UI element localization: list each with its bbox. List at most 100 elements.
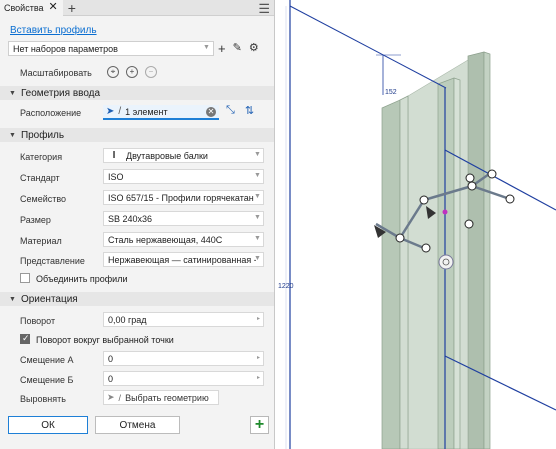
offset-b-input[interactable]: 0 ▸ bbox=[103, 371, 264, 386]
size-value: SB 240x36 bbox=[108, 213, 153, 224]
grip-point[interactable] bbox=[467, 181, 477, 191]
tab-properties[interactable]: Свойства ✕ bbox=[0, 0, 63, 16]
section-orientation-title: Ориентация bbox=[20, 293, 78, 305]
pencil-icon[interactable]: ✎ bbox=[233, 41, 242, 56]
align-value: Выбрать геометрию bbox=[125, 392, 209, 403]
geometry-tools: ⤡ ⇅ bbox=[226, 104, 254, 117]
grip-point[interactable] bbox=[419, 195, 429, 205]
align-geometry-selector[interactable]: ➤ / Выбрать геометрию bbox=[103, 390, 219, 405]
slash-icon: / bbox=[118, 392, 122, 403]
chevron-down-icon: ▼ bbox=[254, 235, 261, 242]
family-label: Семейство bbox=[20, 194, 67, 204]
rotate-about-checkbox[interactable] bbox=[20, 333, 30, 344]
zoom-out-icon[interactable]: − bbox=[145, 66, 157, 78]
standard-dropdown[interactable]: ISO ▼ bbox=[103, 169, 264, 184]
section-profile-title: Профиль bbox=[20, 129, 65, 141]
dimension-left-label[interactable]: 1220 bbox=[278, 283, 294, 290]
chevron-down-icon: ▼ bbox=[254, 172, 261, 179]
spinner-icon[interactable]: ▸ bbox=[257, 354, 260, 361]
placement-label: Расположение bbox=[20, 108, 82, 118]
align-label: Выровнять bbox=[20, 394, 66, 404]
beam-back-flange-edge bbox=[483, 51, 491, 449]
standard-label: Стандарт bbox=[20, 173, 60, 183]
plus-icon[interactable]: + bbox=[218, 41, 226, 56]
dimension-top-label[interactable]: 152 bbox=[385, 89, 397, 96]
rotate-about-label: Поворот вокруг выбранной точки bbox=[36, 335, 174, 345]
beam-front-flange bbox=[381, 99, 401, 449]
beam-center-flange-edge bbox=[453, 77, 461, 449]
merge-profiles-label: Объединить профили bbox=[36, 274, 128, 284]
chevron-down-icon: ▼ bbox=[254, 255, 261, 262]
beam-back-flange bbox=[467, 51, 485, 449]
size-dropdown[interactable]: SB 240x36 ▼ bbox=[103, 211, 264, 226]
pivot-point[interactable] bbox=[442, 209, 448, 215]
grip-point[interactable] bbox=[487, 169, 497, 179]
placement-selector[interactable]: ➤ / 1 элемент ✕ bbox=[103, 105, 219, 120]
model-canvas[interactable] bbox=[276, 0, 556, 449]
section-geometry-title: Геометрия ввода bbox=[20, 87, 101, 99]
flip-icon[interactable]: ⇅ bbox=[245, 104, 254, 117]
rotation-input[interactable]: 0,00 град ▸ bbox=[103, 312, 264, 327]
add-tab-icon[interactable]: + bbox=[68, 1, 76, 15]
chevron-down-icon: ▼ bbox=[254, 214, 261, 221]
hamburger-icon[interactable]: ☰ bbox=[258, 2, 270, 15]
material-dropdown[interactable]: Сталь нержавеющая, 440C ▼ bbox=[103, 232, 264, 247]
grip-point[interactable] bbox=[465, 173, 475, 183]
size-label: Размер bbox=[20, 215, 51, 225]
rotation-value: 0,00 град bbox=[108, 314, 147, 325]
merge-profiles-checkbox[interactable] bbox=[20, 273, 30, 283]
insert-profile-link[interactable]: Вставить профиль bbox=[10, 25, 97, 36]
tab-bar: Свойства ✕ + ☰ bbox=[0, 0, 274, 16]
section-orientation[interactable]: ▼ Ориентация bbox=[0, 292, 274, 306]
zoom-tools: ⌖ + − bbox=[107, 66, 157, 78]
rotation-label: Поворот bbox=[20, 316, 56, 326]
cancel-button[interactable]: Отмена bbox=[95, 416, 180, 434]
appearance-value: Нержавеющая — сатинированная - bbox=[108, 254, 256, 265]
clear-icon[interactable]: ✕ bbox=[206, 107, 216, 117]
graphics-viewport[interactable]: 152 1220 bbox=[276, 0, 556, 449]
zoom-fit-icon[interactable]: ⌖ bbox=[107, 66, 119, 78]
grip-point[interactable] bbox=[505, 194, 515, 204]
select-arrow-icon: ➤ bbox=[107, 392, 115, 402]
close-icon[interactable]: ✕ bbox=[49, 2, 58, 13]
appearance-dropdown[interactable]: Нержавеющая — сатинированная - ▼ bbox=[103, 252, 264, 267]
gear-icon[interactable]: ⚙ bbox=[249, 41, 259, 56]
i-beam-icon: I bbox=[112, 149, 116, 161]
offset-a-label: Смещение А bbox=[20, 355, 74, 365]
chevron-down-icon: ▼ bbox=[254, 151, 261, 158]
standard-value: ISO bbox=[108, 171, 124, 182]
spinner-icon[interactable]: ▸ bbox=[257, 374, 260, 381]
category-label: Категория bbox=[20, 152, 63, 162]
offset-b-label: Смещение Б bbox=[20, 375, 74, 385]
grip-point[interactable] bbox=[464, 219, 474, 229]
offset-a-input[interactable]: 0 ▸ bbox=[103, 351, 264, 366]
spinner-icon[interactable]: ▸ bbox=[257, 315, 260, 322]
presets-value: Нет наборов параметров bbox=[13, 43, 118, 54]
section-profile[interactable]: ▼ Профиль bbox=[0, 128, 274, 142]
ok-button[interactable]: ОК bbox=[8, 416, 88, 434]
section-geometry[interactable]: ▼ Геометрия ввода bbox=[0, 86, 274, 100]
properties-panel: Свойства ✕ + ☰ Вставить профиль Нет набо… bbox=[0, 0, 275, 449]
family-value: ISO 657/15 - Профили горячекатан bbox=[108, 192, 254, 203]
slash-icon: / bbox=[118, 106, 122, 117]
grip-point[interactable] bbox=[395, 233, 405, 243]
chevron-down-icon: ▼ bbox=[254, 193, 261, 200]
apply-button[interactable]: + bbox=[250, 416, 269, 434]
material-label: Материал bbox=[20, 236, 62, 246]
collapse-icon: ▼ bbox=[9, 131, 16, 139]
category-dropdown[interactable]: I Двутавровые балки ▼ bbox=[103, 148, 264, 163]
beam-front-flange-edge bbox=[399, 95, 409, 449]
rotate-handle-icon[interactable] bbox=[438, 254, 454, 270]
offset-a-value: 0 bbox=[108, 353, 114, 364]
presets-dropdown[interactable]: Нет наборов параметров ▼ bbox=[8, 41, 214, 56]
offset-b-value: 0 bbox=[108, 373, 114, 384]
axis-line-diagonal bbox=[289, 5, 447, 89]
grip-point[interactable] bbox=[421, 243, 431, 253]
zoom-in-icon[interactable]: + bbox=[126, 66, 138, 78]
orient-icon[interactable]: ⤡ bbox=[226, 104, 235, 117]
placement-value: 1 элемент bbox=[125, 106, 168, 117]
chevron-down-icon: ▼ bbox=[203, 44, 210, 51]
material-value: Сталь нержавеющая, 440C bbox=[108, 234, 223, 245]
family-dropdown[interactable]: ISO 657/15 - Профили горячекатан ▼ bbox=[103, 190, 264, 205]
preset-tools: + ✎ ⚙ bbox=[218, 41, 259, 56]
